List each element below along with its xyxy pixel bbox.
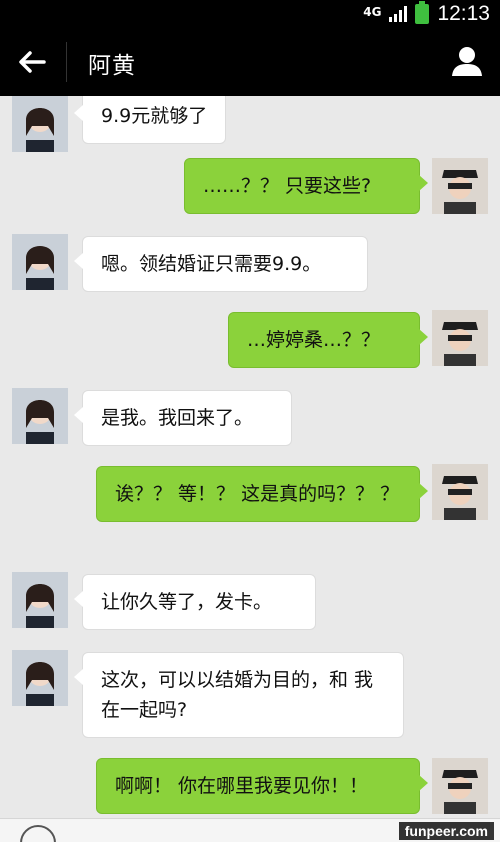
signal-icon [389,6,408,22]
message-bubble-incoming[interactable]: 是我。我回来了。 [74,390,292,446]
message-list[interactable]: 9.9元就够了 ……？？ 只要这些? 嗯。领结婚证只需要9.9。 …婷婷桑…？？… [0,96,500,818]
battery-icon [415,1,430,24]
contact-avatar[interactable] [12,388,68,444]
status-bar: 4G 12:13 [0,0,500,28]
chat-header: 阿黄 [0,28,500,96]
user-avatar[interactable] [432,464,488,520]
message-bubble-incoming[interactable]: 让你久等了，发卡。 [74,574,316,630]
watermark: funpeer.com [398,822,494,840]
user-avatar[interactable] [432,158,488,214]
message-bubble-incoming[interactable]: 嗯。领结婚证只需要9.9。 [74,236,368,292]
contact-avatar[interactable] [12,572,68,628]
message-bubble-outgoing[interactable]: 啊啊！ 你在哪里我要见你！！ [96,758,428,814]
user-avatar[interactable] [432,310,488,366]
user-avatar[interactable] [432,758,488,814]
message-bubble-outgoing[interactable]: …婷婷桑…？？ [228,312,428,368]
person-icon [452,47,482,76]
profile-button[interactable] [450,44,484,78]
message-bubble-outgoing[interactable]: 诶？？ 等！？ 这是真的吗？？ ？ [96,466,428,522]
contact-avatar[interactable] [12,234,68,290]
header-divider [66,42,67,82]
message-bubble-incoming[interactable]: 这次，可以以结婚为目的，和 我在一起吗? [74,652,404,738]
contact-avatar[interactable] [12,650,68,706]
message-bubble-incoming[interactable]: 9.9元就够了 [73,96,227,144]
message-bubble-outgoing[interactable]: ……？？ 只要这些? [184,158,428,214]
back-button[interactable] [14,46,50,78]
chat-title: 阿黄 [88,53,136,79]
status-time: 12:13 [437,2,490,25]
status-indicators: 4G 12:13 [363,0,490,28]
contact-avatar[interactable] [12,96,68,152]
arrow-left-icon [19,51,46,73]
voice-input-icon[interactable] [20,825,56,842]
network-label: 4G [363,5,382,19]
